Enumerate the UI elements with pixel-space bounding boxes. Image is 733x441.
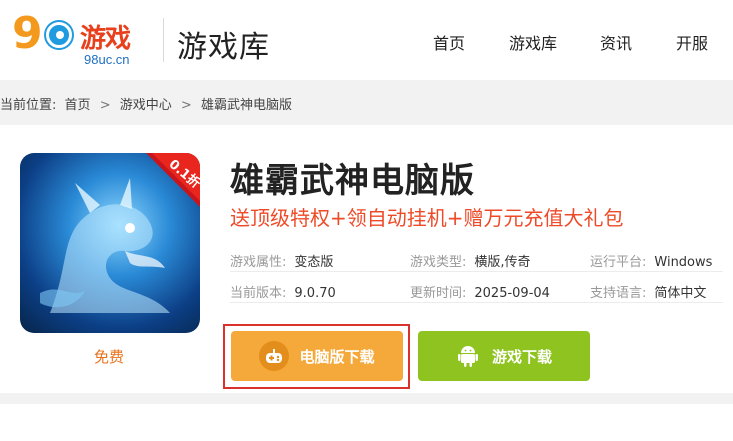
logo-number: 9 [12,8,43,59]
game-title: 雄霸武神电脑版 [230,161,475,201]
game-download-label: 游戏下载 [491,347,552,366]
logo-domain: 98uc.cn [84,52,130,67]
nav-news[interactable]: 资讯 [600,30,632,54]
info-divider [230,302,723,303]
section-title: 游戏库 [177,30,270,65]
nav-game-library[interactable]: 游戏库 [509,30,557,54]
info-language: 支持语言: 简体中文 [590,286,707,301]
info-update-time: 更新时间: 2025-09-04 [410,286,550,301]
gamepad-icon [259,341,290,371]
info-attribute: 游戏属性: 变态版 [230,255,334,270]
next-section-card [0,404,733,441]
game-promo-text: 送顶级特权+领自动挂机+赠万元充值大礼包 [230,206,624,230]
nav-home[interactable]: 首页 [433,30,465,54]
discount-badge: 0.1折 [146,153,200,207]
pc-download-button[interactable]: 电脑版下载 [231,331,403,381]
info-platform: 运行平台: Windows [590,255,713,270]
breadcrumb-prefix: 当前位置: [0,98,57,113]
nav-server-open[interactable]: 开服 [676,30,708,54]
game-download-button[interactable]: 游戏下载 [418,331,590,381]
breadcrumb-current: 雄霸武神电脑版 [200,98,292,113]
game-detail-card: 0.1折 免费 雄霸武神电脑版 送顶级特权+领自动挂机+赠万元充值大礼包 游戏属… [0,125,733,393]
game-price: 免费 [94,348,125,366]
header-divider [163,18,164,62]
info-type: 游戏类型: 横版,传奇 [410,255,531,270]
pc-download-label: 电脑版下载 [299,347,375,366]
info-version: 当前版本: 9.0.70 [230,286,336,301]
breadcrumb-separator: > [99,98,111,113]
breadcrumb-separator: > [180,98,192,113]
logo-brand-text: 游戏 [80,24,131,54]
site-logo[interactable]: 9 游戏 98uc.cn [12,12,147,68]
game-cover-image[interactable]: 0.1折 [20,153,200,333]
breadcrumb-home[interactable]: 首页 [65,94,91,113]
breadcrumb-game-center[interactable]: 游戏中心 [120,94,172,113]
android-icon [456,341,480,371]
breadcrumb: 当前位置: 首页 > 游戏中心 > 雄霸武神电脑版 [0,94,292,113]
logo-eye-icon [46,22,72,48]
info-divider [230,271,723,272]
site-header: 9 游戏 98uc.cn 游戏库 首页 游戏库 资讯 开服 [0,0,733,80]
